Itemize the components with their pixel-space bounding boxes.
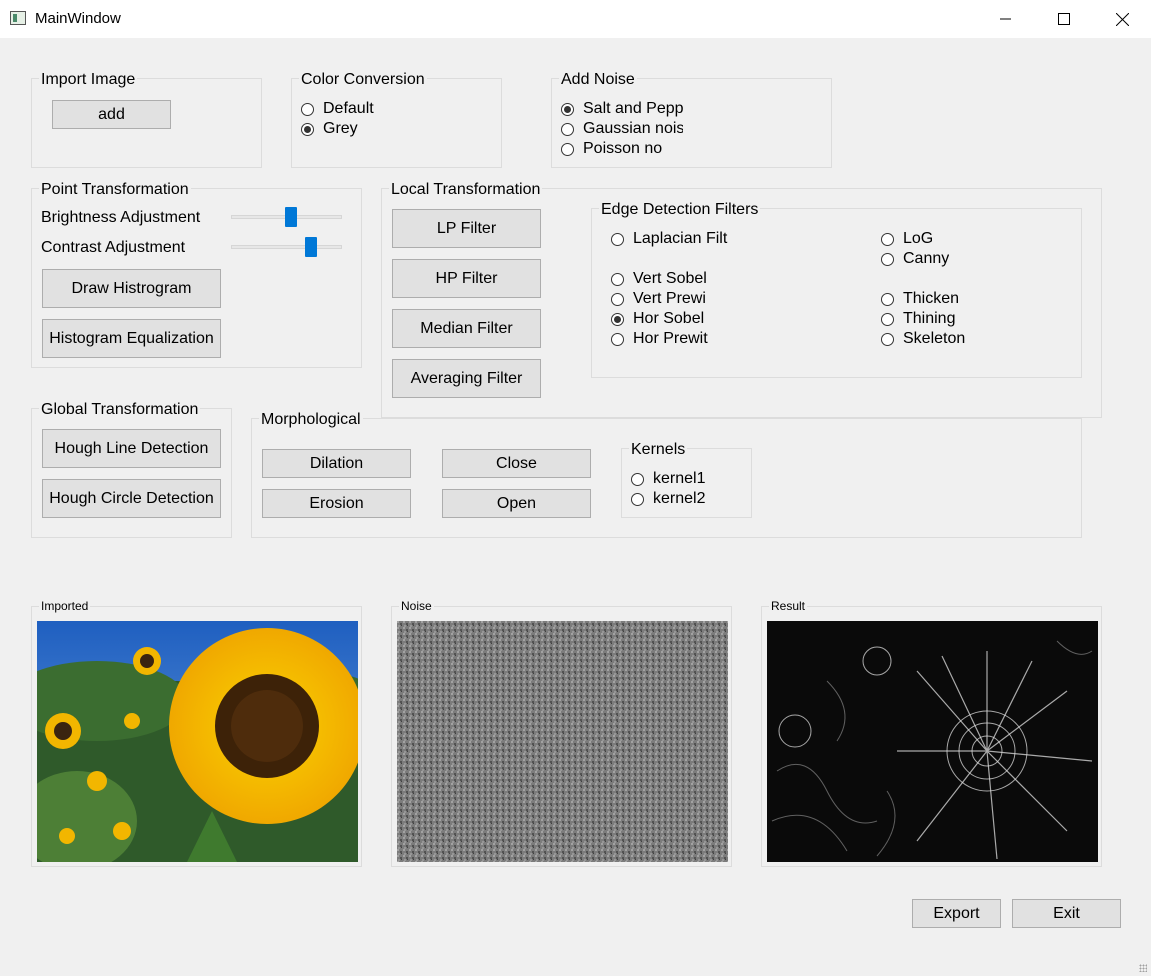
- radio-vert-prewitt-indicator: [611, 292, 624, 306]
- hough-line-button[interactable]: Hough Line Detection: [42, 429, 221, 468]
- radio-kernel2[interactable]: kernel2: [631, 489, 705, 509]
- averaging-filter-button[interactable]: Averaging Filter: [392, 359, 541, 398]
- radio-laplacian-filter-label: Laplacian Filt: [633, 230, 728, 247]
- result-panel-title: Result: [769, 599, 808, 613]
- radio-thicken-indicator: [881, 292, 894, 306]
- radio-kernel1-label: kernel1: [653, 470, 706, 487]
- imported-panel-title: Imported: [39, 599, 91, 613]
- radio-hor-prewitt-label: Hor Prewit: [633, 330, 708, 347]
- noise-panel-title: Noise: [399, 599, 434, 613]
- radio-vert-sobel[interactable]: Vert Sobel: [611, 269, 733, 289]
- hough-circle-button[interactable]: Hough Circle Detection: [42, 479, 221, 518]
- radio-gaussian-noise-label: Gaussian nois: [583, 120, 683, 137]
- close-icon: [1115, 12, 1129, 26]
- window-title: MainWindow: [35, 10, 121, 27]
- edge-detection-title: Edge Detection Filters: [599, 200, 761, 220]
- radio-log[interactable]: LoG: [881, 229, 933, 249]
- radio-default[interactable]: Default: [301, 99, 374, 119]
- app-window-icon: [10, 11, 26, 25]
- radio-kernel1[interactable]: kernel1: [631, 469, 705, 489]
- add-noise-title: Add Noise: [559, 70, 637, 90]
- kernels-title: Kernels: [629, 440, 688, 460]
- radio-kernel1-indicator: [631, 472, 644, 486]
- radio-salt-and-pepper-indicator: [561, 102, 574, 116]
- local-transformation-title: Local Transformation: [389, 180, 543, 200]
- radio-laplacian-filter[interactable]: Laplacian Filt: [611, 229, 733, 249]
- maximize-button[interactable]: [1035, 0, 1093, 38]
- radio-gaussian-noise-indicator: [561, 122, 574, 136]
- radio-grey-label: Grey: [323, 120, 358, 137]
- radio-hor-prewitt[interactable]: Hor Prewit: [611, 329, 711, 349]
- resize-grip-icon[interactable]: [1139, 964, 1147, 972]
- radio-salt-and-pepper-label: Salt and Pepp: [583, 100, 683, 117]
- radio-kernel2-label: kernel2: [653, 490, 706, 507]
- lp-filter-button[interactable]: LP Filter: [392, 209, 541, 248]
- hp-filter-button[interactable]: HP Filter: [392, 259, 541, 298]
- close-morph-button[interactable]: Close: [442, 449, 591, 478]
- radio-kernel2-indicator: [631, 492, 644, 506]
- brightness-slider-handle[interactable]: [285, 207, 297, 227]
- radio-poisson-noise-indicator: [561, 142, 574, 156]
- result-image: [767, 621, 1098, 862]
- radio-poisson-noise-label: Poisson no: [583, 140, 663, 157]
- draw-histogram-button[interactable]: Draw Histrogram: [42, 269, 221, 308]
- radio-canny-label: Canny: [903, 250, 950, 267]
- contrast-label: Contrast Adjustment: [41, 239, 186, 256]
- radio-skeleton[interactable]: Skeleton: [881, 329, 965, 349]
- color-conversion-title: Color Conversion: [299, 70, 427, 90]
- contrast-slider-groove: [231, 245, 342, 249]
- radio-skeleton-label: Skeleton: [903, 330, 966, 347]
- radio-thicken[interactable]: Thicken: [881, 289, 959, 309]
- morphological-title: Morphological: [259, 410, 363, 430]
- imported-image: [37, 621, 358, 862]
- brightness-slider[interactable]: [231, 207, 342, 227]
- radio-canny-indicator: [881, 252, 894, 266]
- maximize-icon: [1058, 13, 1070, 25]
- radio-thining-label: Thining: [903, 310, 956, 327]
- title-bar: MainWindow: [0, 0, 1151, 38]
- dilation-button[interactable]: Dilation: [262, 449, 411, 478]
- radio-vert-sobel-indicator: [611, 272, 624, 286]
- minimize-icon: [1000, 18, 1011, 20]
- export-button[interactable]: Export: [912, 899, 1001, 928]
- radio-vert-prewitt-label: Vert Prewi: [633, 290, 706, 307]
- radio-thining[interactable]: Thining: [881, 309, 955, 329]
- radio-default-label: Default: [323, 100, 374, 117]
- radio-vert-prewitt[interactable]: Vert Prewi: [611, 289, 711, 309]
- contrast-slider-handle[interactable]: [305, 237, 317, 257]
- radio-salt-and-pepper[interactable]: Salt and Pepp: [561, 99, 683, 119]
- point-transformation-title: Point Transformation: [39, 180, 191, 200]
- global-transformation-title: Global Transformation: [39, 400, 201, 420]
- import-image-title: Import Image: [39, 70, 138, 90]
- open-morph-button[interactable]: Open: [442, 489, 591, 518]
- radio-hor-sobel[interactable]: Hor Sobel: [611, 309, 733, 329]
- radio-vert-sobel-label: Vert Sobel: [633, 270, 707, 287]
- radio-log-label: LoG: [903, 230, 934, 247]
- radio-grey-indicator: [301, 122, 314, 136]
- radio-gaussian-noise[interactable]: Gaussian nois: [561, 119, 683, 139]
- median-filter-button[interactable]: Median Filter: [392, 309, 541, 348]
- noise-image: [397, 621, 728, 862]
- radio-laplacian-filter-indicator: [611, 232, 624, 246]
- brightness-label: Brightness Adjustment: [41, 209, 201, 226]
- radio-thining-indicator: [881, 312, 894, 326]
- close-button[interactable]: [1093, 0, 1151, 38]
- histogram-equalization-button[interactable]: Histogram Equalization: [42, 319, 221, 358]
- global-transformation-group: [31, 408, 232, 538]
- radio-thicken-label: Thicken: [903, 290, 960, 307]
- erosion-button[interactable]: Erosion: [262, 489, 411, 518]
- radio-hor-sobel-label: Hor Sobel: [633, 310, 705, 327]
- radio-poisson-noise[interactable]: Poisson no: [561, 139, 683, 159]
- radio-default-indicator: [301, 102, 314, 116]
- contrast-slider[interactable]: [231, 237, 342, 257]
- radio-grey[interactable]: Grey: [301, 119, 358, 139]
- exit-button[interactable]: Exit: [1012, 899, 1121, 928]
- radio-skeleton-indicator: [881, 332, 894, 346]
- radio-canny[interactable]: Canny: [881, 249, 949, 269]
- radio-hor-sobel-indicator: [611, 312, 624, 326]
- radio-hor-prewitt-indicator: [611, 332, 624, 346]
- radio-log-indicator: [881, 232, 894, 246]
- add-image-button[interactable]: add: [52, 100, 171, 129]
- minimize-button[interactable]: [977, 0, 1035, 38]
